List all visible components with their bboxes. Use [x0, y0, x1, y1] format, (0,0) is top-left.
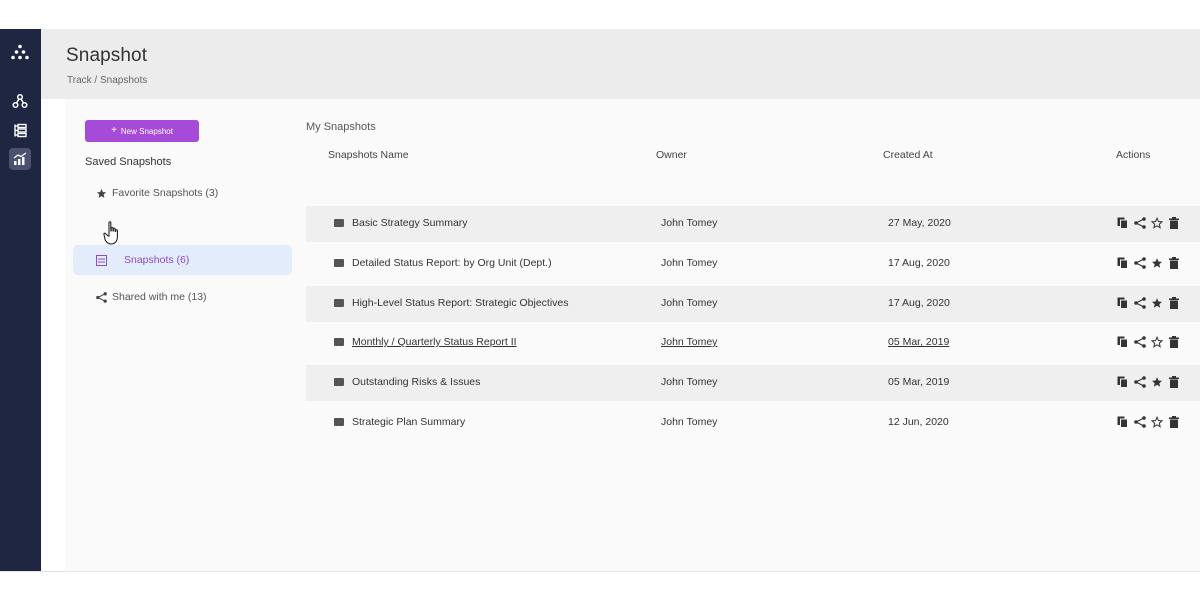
snapshot-created: 27 May, 2020	[888, 217, 951, 229]
snapshot-name[interactable]: Strategic Plan Summary	[352, 416, 465, 428]
network-icon[interactable]	[9, 90, 31, 112]
copy-icon[interactable]	[1116, 256, 1129, 269]
copy-icon[interactable]	[1116, 335, 1129, 348]
row-actions	[1116, 415, 1180, 428]
breadcrumb[interactable]: Track / Snapshots	[67, 75, 147, 86]
page-header: Snapshot Track / Snapshots	[41, 29, 1200, 99]
logo-icon[interactable]	[9, 41, 31, 63]
new-snapshot-label: New Snapshot	[120, 126, 173, 136]
snapshot-name[interactable]: Detailed Status Report: by Org Unit (Dep…	[352, 257, 552, 269]
row-actions	[1116, 375, 1180, 388]
document-icon	[334, 338, 344, 346]
trash-icon[interactable]	[1167, 216, 1180, 229]
sidebar-item-label: Favorite Snapshots (3)	[112, 187, 219, 199]
table-row[interactable]: Strategic Plan Summary John Tomey 12 Jun…	[306, 405, 1200, 441]
share-icon	[95, 291, 107, 303]
page-title: Snapshot	[66, 45, 148, 66]
star-outline-icon[interactable]	[1150, 415, 1163, 428]
copy-icon[interactable]	[1116, 216, 1129, 229]
document-icon	[334, 378, 344, 386]
snapshot-created: 17 Aug, 2020	[888, 297, 950, 309]
copy-icon[interactable]	[1116, 296, 1129, 309]
star-outline-icon[interactable]	[1150, 335, 1163, 348]
snapshot-owner: John Tomey	[661, 257, 718, 269]
snapshot-icon	[95, 254, 107, 266]
trash-icon[interactable]	[1167, 415, 1180, 428]
snapshot-name[interactable]: High-Level Status Report: Strategic Obje…	[352, 297, 569, 309]
copy-icon[interactable]	[1116, 415, 1129, 428]
column-header-actions: Actions	[1116, 149, 1151, 161]
document-icon	[334, 219, 344, 227]
column-header-name[interactable]: Snapshots Name	[328, 149, 409, 161]
trash-icon[interactable]	[1167, 375, 1180, 388]
main-content: + New Snapshot Saved Snapshots Favorite …	[65, 99, 1200, 571]
trash-icon[interactable]	[1167, 296, 1180, 309]
star-filled-icon[interactable]	[1150, 256, 1163, 269]
share-icon[interactable]	[1133, 375, 1146, 388]
share-icon[interactable]	[1133, 216, 1146, 229]
star-icon	[95, 187, 107, 199]
list-tree-icon[interactable]	[9, 119, 31, 141]
share-icon[interactable]	[1133, 296, 1146, 309]
document-icon	[334, 299, 344, 307]
table-row[interactable]: Detailed Status Report: by Org Unit (Dep…	[306, 246, 1200, 282]
hand-cursor-icon	[103, 220, 123, 251]
plus-icon: +	[111, 125, 117, 136]
left-rail	[0, 29, 41, 571]
share-icon[interactable]	[1133, 415, 1146, 428]
star-filled-icon[interactable]	[1150, 375, 1163, 388]
sidebar-item-label: Snapshots (6)	[124, 254, 190, 266]
sidebar-item-label: Shared with me (13)	[112, 291, 207, 303]
table-row[interactable]: Outstanding Risks & Issues John Tomey 05…	[306, 365, 1200, 401]
column-header-owner[interactable]: Owner	[656, 149, 687, 161]
column-header-created[interactable]: Created At	[883, 149, 933, 161]
snapshot-created: 05 Mar, 2019	[888, 376, 950, 388]
snapshot-owner: John Tomey	[661, 297, 718, 309]
snapshot-name[interactable]: Monthly / Quarterly Status Report II	[352, 336, 517, 348]
snapshot-created: 12 Jun, 2020	[888, 416, 949, 428]
row-actions	[1116, 256, 1180, 269]
table-row[interactable]: Basic Strategy Summary John Tomey 27 May…	[306, 206, 1200, 242]
table-row[interactable]: High-Level Status Report: Strategic Obje…	[306, 286, 1200, 322]
saved-snapshots-title: Saved Snapshots	[85, 156, 172, 168]
star-filled-icon[interactable]	[1150, 296, 1163, 309]
snapshot-name[interactable]: Outstanding Risks & Issues	[352, 376, 480, 388]
snapshot-owner: John Tomey	[661, 376, 718, 388]
snapshot-created: 17 Aug, 2020	[888, 257, 950, 269]
row-actions	[1116, 296, 1180, 309]
row-actions	[1116, 216, 1180, 229]
snapshot-name[interactable]: Basic Strategy Summary	[352, 217, 468, 229]
snapshot-owner: John Tomey	[661, 217, 718, 229]
my-snapshots-title: My Snapshots	[306, 121, 376, 133]
sidebar-item-favorite-snapshots[interactable]: Favorite Snapshots (3)	[73, 178, 292, 208]
snapshot-owner: John Tomey	[661, 416, 718, 428]
trash-icon[interactable]	[1167, 335, 1180, 348]
snapshot-owner: John Tomey	[661, 336, 718, 348]
row-actions	[1116, 335, 1180, 348]
trash-icon[interactable]	[1167, 256, 1180, 269]
chart-trend-icon[interactable]	[9, 148, 31, 170]
new-snapshot-button[interactable]: + New Snapshot	[85, 120, 199, 142]
bottom-bar	[0, 571, 1200, 600]
snapshot-created: 05 Mar, 2019	[888, 336, 950, 348]
table-row[interactable]: Monthly / Quarterly Status Report II Joh…	[306, 325, 1200, 361]
star-outline-icon[interactable]	[1150, 216, 1163, 229]
document-icon	[334, 418, 344, 426]
copy-icon[interactable]	[1116, 375, 1129, 388]
sidebar-item-shared-with-me[interactable]: Shared with me (13)	[73, 282, 292, 312]
share-icon[interactable]	[1133, 256, 1146, 269]
app-frame: Snapshot Track / Snapshots + New Snapsho…	[0, 29, 1200, 571]
document-icon	[334, 259, 344, 267]
share-icon[interactable]	[1133, 335, 1146, 348]
